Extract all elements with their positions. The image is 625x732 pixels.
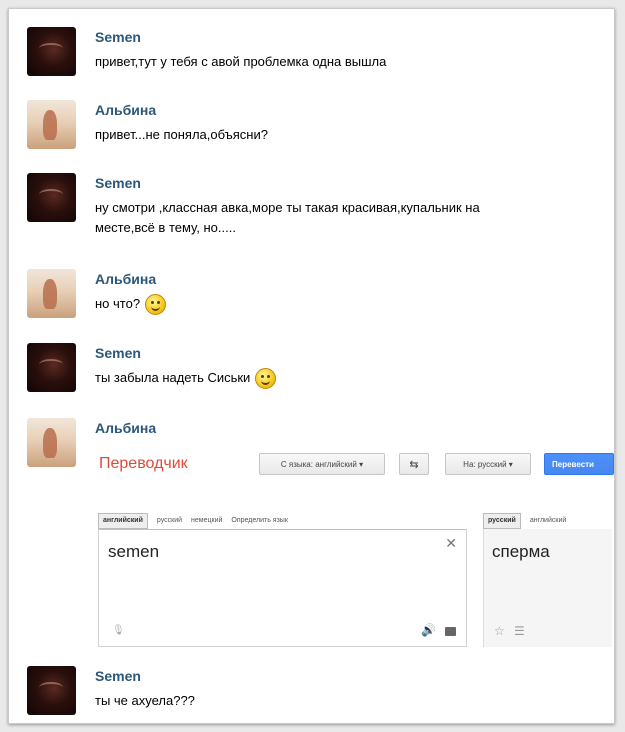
source-language-label: С языка: английский [280, 460, 357, 469]
message-text-content: ты забыла надеть Сиськи [95, 370, 251, 385]
author-name[interactable]: Semen [95, 345, 141, 361]
star-icon[interactable]: ☆ [494, 624, 505, 638]
source-language-dropdown[interactable]: С языка: английский ▾ [259, 453, 385, 475]
detect-language-tab[interactable]: Определить язык [231, 514, 288, 528]
translator-screenshot: Переводчик С языка: английский ▾ ⇆ На: р… [97, 449, 614, 649]
target-lang-tab[interactable]: английский [530, 514, 566, 528]
author-name[interactable]: Semen [95, 175, 141, 191]
message-text: привет,тут у тебя с авой проблемка одна … [95, 54, 387, 69]
chevron-down-icon: ▾ [359, 460, 364, 469]
target-language-label: На: русский [463, 460, 507, 469]
author-name[interactable]: Semen [95, 668, 141, 684]
microphone-icon[interactable]: 🎙 [112, 625, 125, 636]
close-icon[interactable]: ✕ [445, 535, 457, 552]
avatar-albina[interactable] [27, 269, 76, 318]
message-text-content: но что? [95, 296, 141, 311]
message-text: ну смотри ,классная авка,море ты такая к… [95, 198, 480, 238]
comment-icon[interactable] [445, 627, 456, 636]
message-line: ну смотри ,классная авка,море ты такая к… [95, 200, 480, 215]
avatar-semen[interactable] [27, 343, 76, 392]
source-language-tabs: английский русский немецкий Определить язык [98, 513, 297, 529]
author-name[interactable]: Альбина [95, 271, 156, 287]
message-text: но что? [95, 294, 167, 316]
target-language-dropdown[interactable]: На: русский ▾ [445, 453, 531, 475]
source-text-input[interactable]: semen ✕ 🎙 🔊 [98, 529, 467, 647]
source-text: semen [108, 542, 160, 561]
author-name[interactable]: Semen [95, 29, 141, 45]
translation-result: сперма ☆ ☰ [483, 529, 612, 647]
swap-icon: ⇆ [409, 459, 419, 471]
smiling-face-icon [255, 368, 277, 390]
message-text: ты забыла надеть Сиськи [95, 368, 277, 390]
author-name[interactable]: Альбина [95, 102, 156, 118]
chevron-down-icon: ▾ [508, 460, 513, 469]
winking-face-icon [145, 294, 167, 316]
source-lang-tab[interactable]: английский [98, 513, 148, 529]
list-icon[interactable]: ☰ [514, 624, 525, 638]
speaker-icon[interactable]: 🔊 [421, 623, 436, 637]
source-lang-tab[interactable]: немецкий [191, 514, 222, 528]
translate-button[interactable]: Перевести [544, 453, 614, 475]
chat-screenshot-frame: Semen привет,тут у тебя с авой проблемка… [8, 8, 615, 724]
avatar-semen[interactable] [27, 666, 76, 715]
author-name[interactable]: Альбина [95, 420, 156, 436]
result-text: сперма [492, 542, 550, 561]
message-text: ты че ахуела??? [95, 693, 195, 708]
source-lang-tab[interactable]: русский [157, 514, 182, 528]
avatar-semen[interactable] [27, 27, 76, 76]
message-line: месте,всё в тему, но..... [95, 220, 236, 235]
avatar-semen[interactable] [27, 173, 76, 222]
target-language-tabs: русский английский [483, 513, 575, 529]
translator-title[interactable]: Переводчик [99, 455, 188, 473]
avatar-albina[interactable] [27, 418, 76, 467]
message-text: привет...не поняла,объясни? [95, 127, 268, 142]
target-lang-tab[interactable]: русский [483, 513, 521, 529]
avatar-albina[interactable] [27, 100, 76, 149]
swap-languages-button[interactable]: ⇆ [399, 453, 429, 475]
